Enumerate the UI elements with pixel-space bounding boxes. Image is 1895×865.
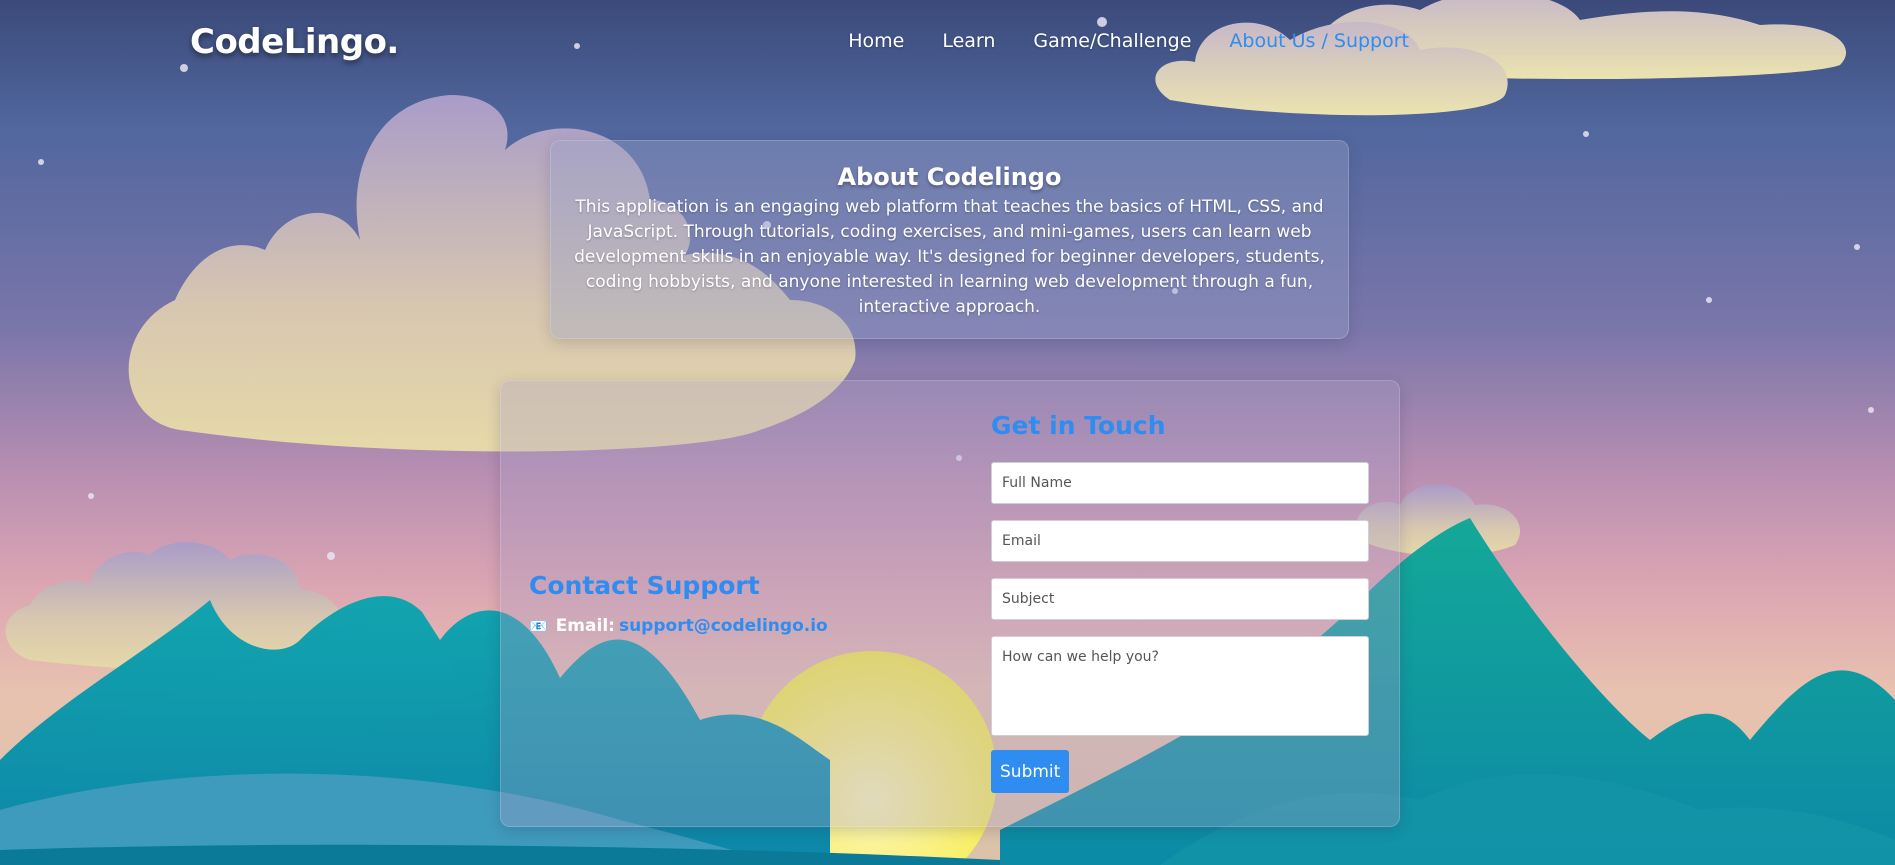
site-logo[interactable]: CodeLingo. xyxy=(190,22,399,62)
contact-form: Get in Touch Submit xyxy=(991,411,1371,793)
about-title: About Codelingo xyxy=(837,163,1062,191)
submit-button[interactable]: Submit xyxy=(991,750,1070,793)
about-description: This application is an engaging web plat… xyxy=(574,197,1325,317)
nav-link-about-support[interactable]: About Us / Support xyxy=(1229,30,1409,52)
full-name-input[interactable] xyxy=(991,462,1369,504)
contact-card: Contact Support 📧 Email: support@codelin… xyxy=(500,380,1400,827)
about-card: About Codelingo This application is an e… xyxy=(550,140,1349,339)
get-in-touch-title: Get in Touch xyxy=(991,411,1166,440)
support-email-line: 📧 Email: support@codelingo.io xyxy=(529,616,828,636)
message-textarea[interactable] xyxy=(991,636,1369,736)
email-label: Email: xyxy=(555,616,615,636)
subject-input[interactable] xyxy=(991,578,1369,620)
contact-support-title: Contact Support xyxy=(529,571,760,600)
contact-support-section: Contact Support 📧 Email: support@codelin… xyxy=(529,571,828,636)
support-email-link[interactable]: support@codelingo.io xyxy=(619,616,828,636)
nav-link-learn[interactable]: Learn xyxy=(942,30,995,52)
site-header: CodeLingo. Home Learn Game/Challenge Abo… xyxy=(0,0,1895,90)
main-nav: Home Learn Game/Challenge About Us / Sup… xyxy=(848,30,1409,52)
mail-icon: 📧 xyxy=(529,617,548,635)
nav-link-game-challenge[interactable]: Game/Challenge xyxy=(1033,30,1191,52)
email-input[interactable] xyxy=(991,520,1369,562)
nav-link-home[interactable]: Home xyxy=(848,30,904,52)
